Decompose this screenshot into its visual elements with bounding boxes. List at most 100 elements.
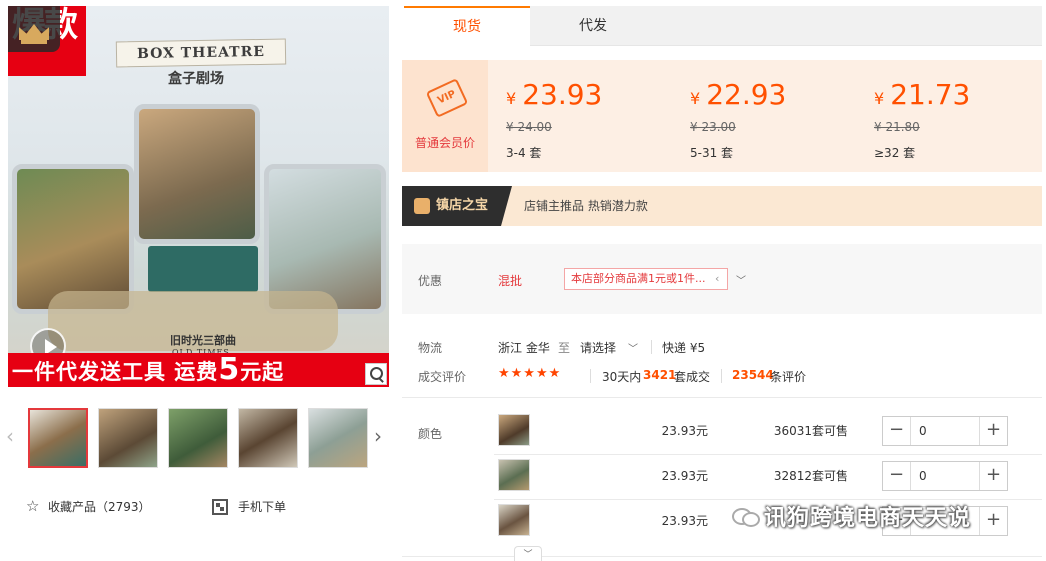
box-theatre-subtitle: 盒子剧场 — [168, 71, 224, 87]
tier-range: ≥32 套 — [874, 146, 916, 160]
plus-icon[interactable]: + — [979, 417, 1007, 445]
tier-price: 22.93 — [706, 78, 787, 111]
plus-icon[interactable]: + — [979, 462, 1007, 490]
review-unit: 条评价 — [770, 370, 807, 384]
thumbnail-1[interactable] — [28, 408, 88, 468]
logistics-origin: 浙江 金华 — [498, 341, 550, 355]
price-tier-1: ¥23.93 ¥ 24.00 3-4 套 — [506, 78, 602, 161]
vip-tag-icon: VIP — [425, 78, 469, 118]
quantity-input[interactable] — [913, 462, 979, 490]
sku-row: 23.93元 36031套可售 − + — [494, 410, 1042, 454]
destination-select[interactable]: 请选择 — [580, 339, 616, 356]
series-title-cn: 旧时光三部曲 — [170, 334, 236, 347]
shipping-promo-text-b: 元起 — [240, 360, 285, 384]
tier-old-price: ¥ 21.80 — [874, 120, 920, 134]
tab-dropship[interactable]: 代发 — [530, 6, 656, 46]
thumbnail-strip: ‹ › — [0, 406, 400, 468]
shop-treasure-text: 店铺主推品 热销潜力款 — [524, 199, 648, 213]
tier-old-price: ¥ 24.00 — [506, 120, 552, 134]
minus-icon[interactable]: − — [883, 462, 911, 490]
star-icon — [26, 497, 40, 515]
tier-range: 5-31 套 — [690, 146, 734, 160]
thumbnail-4[interactable] — [238, 408, 298, 468]
vip-cell: VIP 普通会员价 — [402, 60, 488, 172]
tier-range: 3-4 套 — [506, 146, 542, 160]
thumb-prev-icon[interactable]: ‹ — [6, 424, 14, 448]
watermark: 讯狗跨境电商天天说 — [732, 500, 971, 532]
color-label: 颜色 — [418, 427, 443, 441]
promo-text: 本店部分商品满1元或1件... — [571, 272, 706, 285]
sku-thumbnail[interactable] — [498, 414, 530, 446]
currency-symbol: ¥ — [506, 89, 517, 108]
divider — [402, 397, 1042, 398]
qrcode-icon — [212, 498, 228, 515]
sales-count: 3421 — [643, 368, 677, 382]
tier-old-price: ¥ 23.00 — [690, 120, 736, 134]
miniature-box-center — [134, 104, 260, 244]
sku-stock: 32812套可售 — [773, 469, 848, 483]
shop-treasure-label: 镇店之宝 — [436, 198, 489, 213]
promo-chevron-icon: ‹ — [715, 272, 720, 285]
sku-price: 23.93元 — [661, 424, 708, 438]
expand-more-icon[interactable]: ﹀ — [514, 546, 542, 561]
box-theatre-title: BOX THEATRE — [115, 38, 287, 68]
price-tiers: VIP 普通会员价 ¥23.93 ¥ 24.00 3-4 套 ¥22.93 ¥ … — [402, 60, 1042, 172]
divider — [651, 340, 652, 354]
minus-icon[interactable]: − — [883, 417, 911, 445]
logistics-to: 至 — [558, 341, 571, 355]
chevron-down-icon[interactable]: ﹀ — [736, 272, 746, 287]
vip-label: 普通会员价 — [414, 136, 475, 150]
treasure-icon — [414, 198, 430, 214]
crown-icon — [8, 6, 60, 52]
divider — [590, 369, 591, 383]
mixed-batch-label: 混批 — [498, 274, 523, 288]
favorite-button[interactable]: 收藏产品（2793） — [26, 497, 151, 515]
sales-unit: 套成交 — [674, 370, 711, 384]
shipping-promo-number: 5 — [218, 352, 241, 387]
thumbnail-3[interactable] — [168, 408, 228, 468]
watermark-text: 讯狗跨境电商天天说 — [764, 506, 972, 531]
mobile-order-label: 手机下单 — [238, 500, 287, 514]
price-tier-2: ¥22.93 ¥ 23.00 5-31 套 — [690, 78, 786, 161]
thumbnail-5[interactable] — [308, 408, 368, 468]
shipping-promo-banner: 一件代发送工具 运费5元起 — [8, 353, 389, 387]
main-product-image[interactable]: 爆款 BOX THEATRE 盒子剧场 旧时光三部曲 OLD TIMES 一件代… — [8, 6, 389, 387]
price-tier-3: ¥21.73 ¥ 21.80 ≥32 套 — [874, 78, 970, 161]
mobile-order-button[interactable]: 手机下单 — [212, 498, 286, 515]
sku-stock: 36031套可售 — [773, 424, 848, 438]
sku-price: 23.93元 — [661, 469, 708, 483]
discount-label: 优惠 — [418, 274, 443, 288]
sales-period: 30天内 — [602, 370, 642, 384]
wechat-icon — [732, 506, 760, 527]
logistics-label: 物流 — [418, 341, 443, 355]
rating-stars-icon: ★★★★★ — [498, 366, 562, 381]
promo-dropdown[interactable]: 本店部分商品满1元或1件... ‹ — [564, 268, 729, 290]
quantity-input[interactable] — [913, 417, 979, 445]
shop-treasure-bar: 镇店之宝 店铺主推品 热销潜力款 — [402, 186, 1042, 226]
sku-thumbnail[interactable] — [498, 504, 530, 536]
sku-thumbnail[interactable] — [498, 459, 530, 491]
book-stand — [148, 246, 258, 292]
review-count[interactable]: 23544 — [732, 368, 774, 382]
tab-bar: 现货 代发 — [404, 6, 1042, 46]
quantity-stepper: − + — [882, 461, 1008, 491]
tab-in-stock[interactable]: 现货 — [404, 6, 530, 46]
plus-icon[interactable]: + — [979, 507, 1007, 535]
zoom-icon[interactable] — [365, 363, 387, 385]
shop-treasure-badge: 镇店之宝 — [402, 186, 512, 226]
tier-price: 23.93 — [522, 78, 603, 111]
shipping-fee: 快递 ¥5 — [662, 341, 706, 355]
currency-symbol: ¥ — [874, 89, 885, 108]
sku-price: 23.93元 — [661, 514, 708, 528]
thumbnail-2[interactable] — [98, 408, 158, 468]
tier-price: 21.73 — [890, 78, 971, 111]
reviews-label: 成交评价 — [418, 370, 467, 384]
quantity-stepper: − + — [882, 416, 1008, 446]
currency-symbol: ¥ — [690, 89, 701, 108]
thumb-next-icon[interactable]: › — [374, 424, 382, 448]
divider — [721, 369, 722, 383]
favorite-label: 收藏产品（2793） — [48, 500, 151, 514]
discount-row: 优惠 混批 本店部分商品满1元或1件... ‹ ﹀ — [402, 244, 1042, 314]
divider — [402, 556, 1042, 557]
chevron-down-icon[interactable]: ﹀ — [628, 340, 638, 355]
